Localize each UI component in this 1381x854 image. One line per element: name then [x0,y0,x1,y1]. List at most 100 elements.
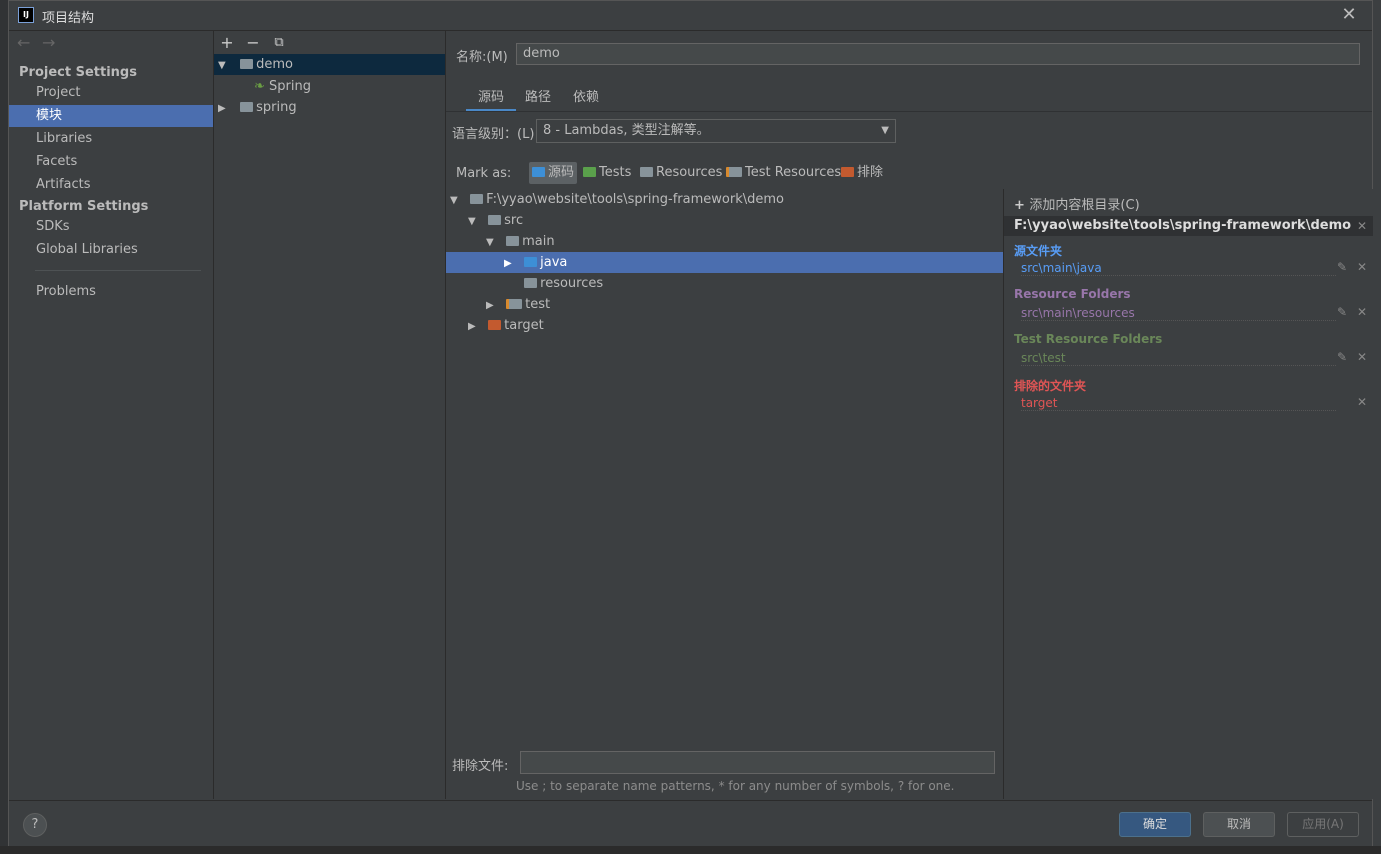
remove-root-icon[interactable]: ✕ [1357,216,1367,236]
edit-icon[interactable]: ✎ [1337,260,1347,274]
chevron-down-icon: ▼ [881,125,889,136]
spring-leaf-icon: ❧ [254,79,265,94]
tree-row-label: resources [540,276,604,291]
mark-as-label: Mark as: [456,166,512,181]
mark-test-resources-label: Test Resources [745,165,842,180]
add-icon: + [1014,198,1030,213]
resources-folder-icon [640,167,653,177]
language-level-select[interactable]: 8 - Lambdas, 类型注解等。 ▼ [536,119,896,143]
add-icon[interactable]: + [217,33,237,53]
apply-button[interactable]: 应用(A) [1287,812,1359,837]
tree-row-label: java [540,255,568,270]
settings-nav: ← → Project Settings Project 模块 Librarie… [9,31,214,799]
tree-row-main[interactable]: ▼ main [446,231,1042,252]
test-resources-folder-icon [506,299,523,309]
mark-tests-button[interactable]: Tests [580,162,634,184]
folder-icon [506,236,520,246]
module-folder-icon [240,59,254,69]
content-root-path: F:\yyao\website\tools\spring-framework\d… [1004,216,1373,236]
help-button[interactable]: ? [23,813,47,837]
nav-item-artifacts[interactable]: Artifacts [9,174,213,196]
module-label: demo [256,57,294,72]
tree-row-target[interactable]: ▶ target [446,315,1024,336]
nav-item-facets[interactable]: Facets [9,151,213,173]
tree-row-resources[interactable]: resources [446,273,1060,294]
expand-arrow-icon[interactable]: ▼ [218,55,228,76]
language-level-value: 8 - Lambdas, 类型注解等。 [543,123,710,138]
tree-row-java[interactable]: ▶ java [446,252,1060,273]
dialog-footer: ? 确定 取消 应用(A) [9,800,1372,846]
module-folder-icon [240,102,254,112]
mark-sources-button[interactable]: 源码 [529,162,578,184]
back-arrow-icon[interactable]: ← [17,33,30,52]
resources-folder-icon [524,278,538,288]
tab-dependencies[interactable]: 依赖 [566,87,606,109]
tab-sources[interactable]: 源码 [466,87,516,112]
mark-resources-label: Resources [656,165,723,180]
project-structure-dialog: IJ 项目结构 ✕ ← → Project Settings Project 模… [8,0,1373,846]
collapse-arrow-icon[interactable]: ▶ [486,295,496,316]
close-icon[interactable]: ✕ [1357,350,1367,364]
expand-arrow-icon[interactable]: ▼ [486,232,496,253]
test-resource-folder-entry: src\test [1021,351,1336,366]
forward-arrow-icon[interactable]: → [42,33,55,52]
tab-paths[interactable]: 路径 [518,87,558,109]
module-name-input[interactable]: demo [516,43,1360,65]
resource-folder-entry: src\main\resources [1021,306,1336,321]
excluded-folder-entry: target [1021,396,1336,411]
folder-icon [488,215,502,225]
mark-resources-button[interactable]: Resources [637,162,725,184]
facet-label: Spring [269,79,311,94]
close-icon[interactable]: ✕ [1357,395,1367,409]
source-folder-icon [532,167,545,177]
edit-icon[interactable]: ✎ [1337,305,1347,319]
language-level-label: 语言级别：(L) [452,127,535,142]
content-root-path-label: F:\yyao\website\tools\spring-framework\d… [1014,218,1352,233]
copy-icon[interactable]: ⧉ [269,33,289,53]
nav-item-libraries[interactable]: Libraries [9,128,213,150]
nav-item-sdks[interactable]: SDKs [9,216,213,238]
tabs-divider [446,111,1372,112]
nav-item-modules[interactable]: 模块 [9,105,213,127]
exclude-files-input[interactable] [520,751,995,774]
remove-icon[interactable]: − [243,33,263,53]
ide-background-right [1373,0,1381,854]
tree-row-root[interactable]: ▼ F:\yyao\website\tools\spring-framework… [446,189,1006,210]
collapse-arrow-icon[interactable]: ▶ [218,98,228,119]
test-resources-folder-icon [726,167,742,177]
source-folders-title: 源文件夹 [1014,244,1063,258]
nav-item-global-libraries[interactable]: Global Libraries [9,239,213,261]
module-row-spring[interactable]: ▶ spring [214,97,445,118]
close-icon[interactable]: ✕ [1357,305,1367,319]
nav-item-project[interactable]: Project [9,82,213,104]
mark-test-resources-button[interactable]: Test Resources [723,162,844,184]
tree-row-label: target [504,318,544,333]
module-row-spring-facet[interactable]: ❧ Spring [214,76,445,97]
add-content-root-button[interactable]: + 添加内容根目录(C) [1014,194,1140,213]
collapse-arrow-icon[interactable]: ▶ [504,253,514,274]
module-row-demo[interactable]: ▼ demo [214,54,445,75]
nav-item-problems[interactable]: Problems [9,281,213,303]
intellij-logo-icon: IJ [18,7,34,23]
exclude-hint: Use ; to separate name patterns, * for a… [516,779,955,793]
source-folder-entry: src\main\java [1021,261,1336,276]
expand-arrow-icon[interactable]: ▼ [450,190,460,211]
close-icon[interactable]: ✕ [1357,260,1367,274]
cancel-button[interactable]: 取消 [1203,812,1275,837]
collapse-arrow-icon[interactable]: ▶ [468,316,478,337]
test-folder-icon [583,167,596,177]
excluded-folder-icon [841,167,854,177]
edit-icon[interactable]: ✎ [1337,350,1347,364]
tree-row-test[interactable]: ▶ test [446,294,1042,315]
expand-arrow-icon[interactable]: ▼ [468,211,478,232]
close-icon[interactable]: ✕ [1339,5,1359,25]
tree-row-label: src [504,213,524,228]
mark-excluded-button[interactable]: 排除 [838,162,886,184]
folder-icon [470,194,484,204]
content-roots-panel: + 添加内容根目录(C) F:\yyao\website\tools\sprin… [1003,189,1373,799]
ok-button[interactable]: 确定 [1119,812,1191,837]
tree-row-src[interactable]: ▼ src [446,210,1024,231]
source-folder-icon [524,257,538,267]
dialog-title: 项目结构 [42,11,95,26]
ide-background-left [0,0,8,854]
